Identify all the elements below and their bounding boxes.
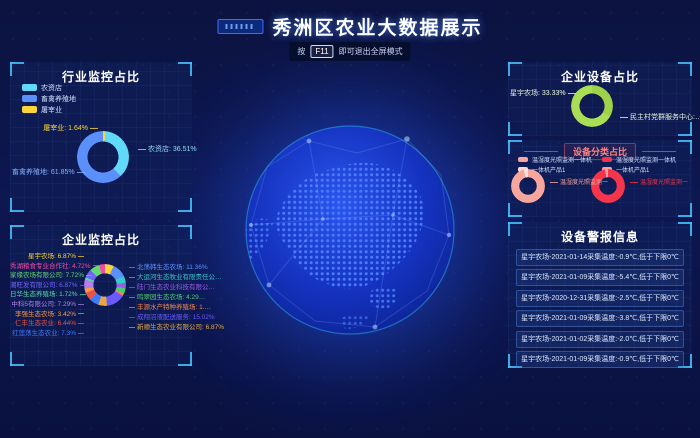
legend-label: 屠宰业 [41,105,62,115]
enterprise-labels-left: 星宇农场: 6.87% 秀湖粮食专业合作社: 4.72% 家缘农场有限公司: 7… [10,252,84,338]
header: 秀洲区农业大数据展示 [217,13,482,40]
enterprise-label: 陆门生态农业科技有限公… [129,283,191,293]
legend-swatch [518,157,528,162]
enterprise-label: 日华生态养殖场: 1.72% [10,290,84,300]
legend-item[interactable]: 农资店 [22,82,76,93]
enterprise-label: 秀湖粮食专业合作社: 4.72% [10,262,84,272]
legend-label: 温湿度光照监测一体机 [616,155,676,164]
industry-callout-store: 农资店: 36.51% [138,144,197,154]
legend-label: 温湿度光照监测一体机 [532,155,592,164]
enterprise-label: 鸣翠园生态农场: 4.29… [129,293,191,303]
enterprise-label: 红莲荡生态农业: 7.3% [10,329,84,339]
legend-swatch [22,95,37,102]
alarm-panel: 设备警报信息 星宇农场-2021-01-14采集温度:-0.9℃,低于下限0℃ … [508,222,692,368]
legend-item[interactable]: 畜禽养殖地 [22,93,76,104]
alarm-row: 星宇农场-2021-01-09采集温度:-3.8℃,低于下限0℃ [516,310,684,327]
alarm-row: 星宇农场-2021-01-09采集温度:-0.9℃,低于下限0℃ [516,351,684,368]
legend-label: 农资店 [41,83,62,93]
device-ratio-callout-right: 民主村党群服务中心:… [620,112,700,122]
enterprise-label: 星宇农场: 6.87% [10,252,84,262]
industry-panel: 行业监控占比 农资店 畜禽养殖地 屠宰业 屠宰业: 1.64% [10,62,192,212]
device-class-left-donut-chart[interactable] [511,169,545,203]
enterprise-label: 家缘农场有限公司: 7.72% [10,271,84,281]
legend-swatch [602,157,612,162]
header-logo-icon [217,19,263,34]
alarm-list: 星宇农场-2021-01-14采集温度:-0.9℃,低于下限0℃ 星宇农场-20… [516,249,684,371]
enterprise-labels-right: 北荡韩生态农场: 11.36% 大运河生态牧业有限责任公… 陆门生态农业科技有限… [129,263,191,333]
alarm-row: 星宇农场-2021-01-09采集温度:-5.4℃,低于下限0℃ [516,269,684,286]
legend-item[interactable]: 温湿度光照监测一体机 [518,154,592,164]
enterprise-label: 北荡韩生态农场: 11.36% [129,263,191,273]
enterprise-label: 丰源水产特种养殖场: 1.… [129,303,191,313]
legend-label: 一体机产品1 [616,165,649,174]
fullscreen-hint: 按 F11 即可退出全屏模式 [289,42,410,61]
enterprise-label: 李强生态农场: 3.42% [10,310,84,320]
device-ratio-donut-chart[interactable] [571,85,613,127]
legend-swatch [22,106,37,113]
hint-suffix: 即可退出全屏模式 [339,46,403,57]
industry-legend: 农资店 畜禽养殖地 屠宰业 [22,82,76,115]
enterprise-panel-title: 企业监控占比 [10,225,192,248]
enterprise-label: 大运河生态牧业有限责任公… [129,273,191,283]
device-class-right-callout: 温湿度光照监测一 [630,177,688,186]
alarm-row: 星宇农场-2021-01-14采集温度:-0.9℃,低于下限0℃ [516,249,684,266]
device-ratio-panel-title: 企业设备占比 [508,62,692,85]
alarm-panel-title: 设备警报信息 [508,222,692,245]
device-class-right-donut-chart[interactable] [591,169,625,203]
page-title: 秀洲区农业大数据展示 [272,13,482,40]
legend-item[interactable]: 屠宰业 [22,104,76,115]
device-ratio-callout-left: 星宇农场: 33.33% [510,88,570,98]
globe-graphic [243,123,457,337]
legend-swatch [22,84,37,91]
legend-item[interactable]: 温湿度光照监测一体机 [602,154,676,164]
industry-callout-slaughter: 屠宰业: 1.64% [16,123,98,133]
dashboard: 秀洲区农业大数据展示 按 F11 即可退出全屏模式 行业监控占比 农资店 畜禽养… [0,0,700,438]
f11-key: F11 [310,45,333,58]
hint-prefix: 按 [297,46,305,57]
enterprise-label: 潮旺发有限公司: 6.87% [10,281,84,291]
globe [243,123,457,337]
enterprise-donut-chart[interactable] [84,264,126,306]
industry-callout-breeding: 畜禽养殖地: 61.85% [12,167,76,177]
industry-donut-chart[interactable] [77,131,129,183]
device-class-panel: 设备分类占比 温湿度光照监测一体机 一体机产品1 温湿度光照监测一体机 [508,140,692,217]
enterprise-label: 新顺生态农业有限公司: 6.87% [129,323,191,333]
legend-label: 畜禽养殖地 [41,94,76,104]
enterprise-label: 成翔沼液配送服务: 15.02% [129,313,191,323]
enterprise-panel: 企业监控占比 星宇农场: 6.87% 秀湖粮食专业合作社: 4.72% 家缘农场… [10,225,192,366]
device-ratio-panel: 企业设备占比 星宇农场: 33.33% 民主村党群服务中心:… [508,62,692,136]
enterprise-label: 仁丰生态农业: 6.44% [10,319,84,329]
device-class-left-callout: 温湿度光照监测一 [550,177,608,186]
enterprise-label: 中科5有限公司: 7.29% [10,300,84,310]
alarm-row: 星宇农场-2021-01-02采集温度:-2.0℃,低于下限0℃ [516,331,684,348]
alarm-row: 星宇农场-2020-12-31采集温度:-2.5℃,低于下限0℃ [516,290,684,307]
